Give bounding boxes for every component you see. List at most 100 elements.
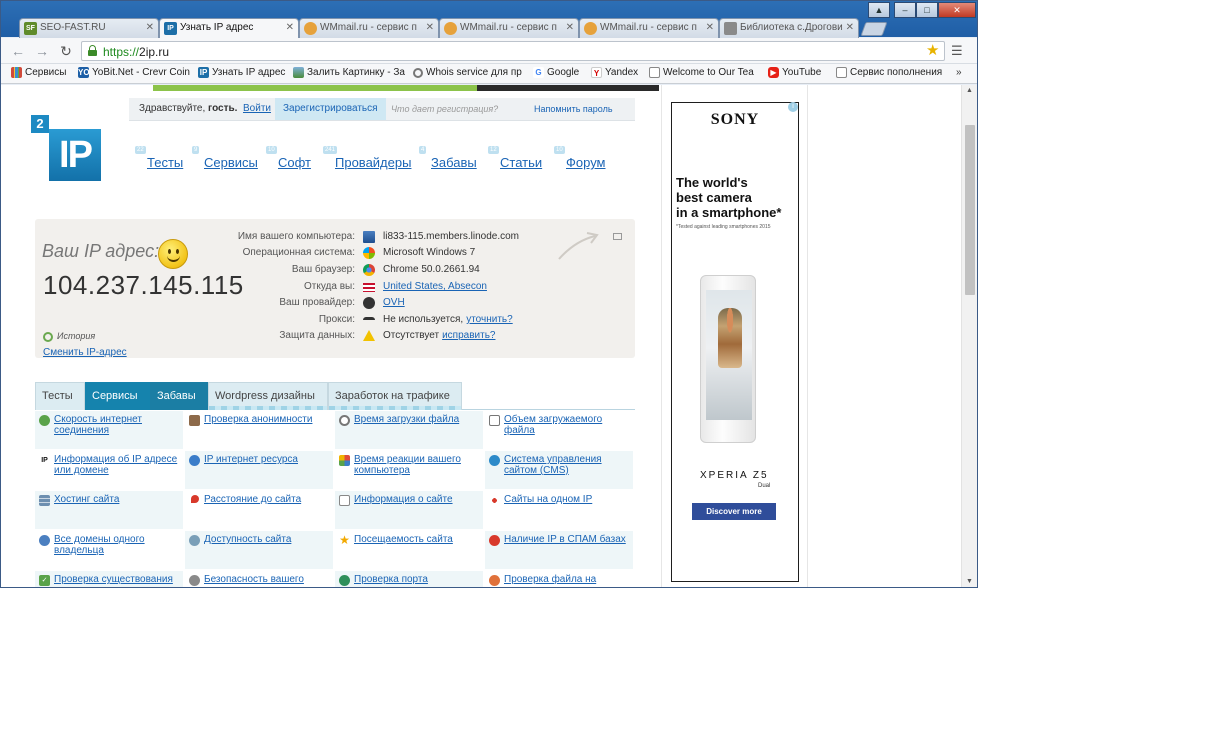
scrollbar-thumb[interactable] (965, 125, 975, 295)
service-link[interactable]: Проверка порта (354, 574, 478, 585)
close-window-button[interactable]: ✕ (938, 2, 976, 18)
scroll-down-icon[interactable]: ▼ (966, 578, 973, 585)
vertical-scrollbar[interactable]: ▲ ▼ (961, 85, 977, 587)
close-icon[interactable]: ✕ (426, 22, 434, 33)
service-item[interactable]: Хостинг сайта (35, 491, 183, 529)
tab-wordpress[interactable]: Wordpress дизайны (208, 382, 328, 410)
service-item[interactable]: ✓ Проверка существования (35, 571, 183, 587)
service-item[interactable]: Проверка анонимности (185, 411, 333, 449)
reload-icon[interactable]: ↻ (57, 42, 75, 60)
service-link[interactable]: Проверка файла на (504, 574, 628, 585)
browser-tab[interactable]: Библиотека с.Дрогови ✕ (719, 18, 859, 38)
service-item[interactable]: IP Информация об IP адресе или домене (35, 451, 183, 489)
service-link[interactable]: Информация об IP адресе или домене (54, 454, 178, 476)
address-bar[interactable]: https://2ip.ru (81, 41, 945, 61)
proxy-check-link[interactable]: уточнить? (466, 314, 512, 325)
service-link[interactable]: Время реакции вашего компьютера (354, 454, 478, 476)
service-link[interactable]: Объем загружаемого файла (504, 414, 628, 436)
service-link[interactable]: Наличие IP в СПАМ базах (504, 534, 628, 545)
nav-services[interactable]: 9 Сервисы (192, 146, 258, 170)
close-icon[interactable]: ✕ (566, 22, 574, 33)
bookmark-2ip[interactable]: IP Узнать IP адрес (198, 67, 285, 78)
bookmark-whois[interactable]: Whois service для пр (413, 67, 522, 78)
maximize-button[interactable]: □ (916, 2, 938, 18)
star-icon[interactable]: ★ (926, 41, 939, 59)
login-link[interactable]: Войти (243, 103, 271, 114)
service-link[interactable]: Время загрузки файла (354, 414, 478, 425)
bookmark-image-upload[interactable]: Залить Картинку - За (293, 67, 405, 78)
service-link[interactable]: IP интернет ресурса (204, 454, 328, 465)
service-item[interactable]: Доступность сайта (185, 531, 333, 569)
service-item[interactable]: Информация о сайте (335, 491, 483, 529)
nav-forum[interactable]: 10 Форум (554, 146, 606, 170)
bookmark-welcome[interactable]: Welcome to Our Tea (649, 67, 754, 78)
bookmark-yandex[interactable]: Y Yandex (591, 67, 638, 78)
service-item[interactable]: Все домены одного владельца (35, 531, 183, 569)
service-link[interactable]: Проверка анонимности (204, 414, 328, 425)
service-link[interactable]: Все домены одного владельца (54, 534, 178, 556)
service-item[interactable]: Сайты на одном IP (485, 491, 633, 529)
service-link[interactable]: Посещаемость сайта (354, 534, 478, 545)
tab-fun[interactable]: Забавы (150, 382, 208, 410)
service-item[interactable]: Проверка файла на (485, 571, 633, 587)
service-item[interactable]: Расстояние до сайта (185, 491, 333, 529)
why-register-link[interactable]: Что дает регистрация? (391, 104, 498, 114)
tab-tests[interactable]: Тесты (35, 382, 85, 410)
site-logo[interactable]: 2 IP (31, 115, 103, 181)
minimize-button[interactable]: – (894, 2, 916, 18)
service-link[interactable]: Система управления сайтом (CMS) (504, 454, 628, 476)
change-ip-link[interactable]: Сменить IP-адрес (43, 347, 127, 358)
browser-tab[interactable]: WMmail.ru - сервис п ✕ (439, 18, 579, 38)
remind-password-link[interactable]: Напомнить пароль (534, 104, 613, 114)
nav-providers[interactable]: 241 Провайдеры (323, 146, 411, 170)
fix-protection-link[interactable]: исправить? (442, 330, 495, 341)
service-link[interactable]: Информация о сайте (354, 494, 478, 505)
service-item[interactable]: ★ Посещаемость сайта (335, 531, 483, 569)
minimize-panel-icon[interactable] (613, 233, 622, 240)
service-link[interactable]: Расстояние до сайта (204, 494, 328, 505)
browser-tab[interactable]: WMmail.ru - сервис п ✕ (299, 18, 439, 38)
ad-info-icon[interactable]: i (788, 102, 798, 112)
service-link[interactable]: Доступность сайта (204, 534, 328, 545)
close-icon[interactable]: ✕ (286, 22, 294, 33)
service-item[interactable]: Объем загружаемого файла (485, 411, 633, 449)
service-item[interactable]: IP интернет ресурса (185, 451, 333, 489)
url-text[interactable]: https://2ip.ru (103, 45, 169, 59)
nav-articles[interactable]: 12 Статьи (488, 146, 542, 170)
discover-more-button[interactable]: Discover more (692, 503, 776, 520)
bookmark-google[interactable]: G Google (533, 67, 579, 78)
service-item[interactable]: Безопасность вашего (185, 571, 333, 587)
tab-earnings[interactable]: Заработок на трафике (328, 382, 462, 410)
nav-tests[interactable]: 22 Тесты (135, 146, 183, 170)
close-icon[interactable]: ✕ (706, 22, 714, 33)
close-icon[interactable]: ✕ (146, 22, 154, 33)
history-link[interactable]: История (43, 331, 95, 342)
tab-services[interactable]: Сервисы (85, 382, 150, 410)
sony-advertisement[interactable]: SONY The world's best camera in a smartp… (671, 102, 799, 582)
new-tab-button[interactable] (860, 22, 888, 36)
browser-tab[interactable]: SF SEO-FAST.RU ✕ (19, 18, 159, 38)
hamburger-menu-icon[interactable]: ☰ (951, 43, 963, 59)
nav-soft[interactable]: 10 Софт (266, 146, 311, 170)
forward-arrow-icon[interactable]: → (33, 42, 51, 60)
service-link[interactable]: Хостинг сайта (54, 494, 178, 505)
user-profile-button[interactable]: ▲ (868, 2, 890, 18)
service-item[interactable]: Время загрузки файла (335, 411, 483, 449)
service-item[interactable]: Система управления сайтом (CMS) (485, 451, 633, 489)
bookmark-youtube[interactable]: ▶ YouTube (768, 67, 821, 78)
service-link[interactable]: Сайты на одном IP (504, 494, 628, 505)
back-arrow-icon[interactable]: ← (9, 42, 27, 60)
bookmarks-overflow-button[interactable]: » (956, 67, 962, 78)
close-icon[interactable]: ✕ (846, 22, 854, 33)
browser-tab[interactable]: WMmail.ru - сервис п ✕ (579, 18, 719, 38)
service-item[interactable]: Проверка порта (335, 571, 483, 587)
provider-link[interactable]: OVH (383, 297, 405, 308)
browser-tab-active[interactable]: IP Узнать IP адрес ✕ (159, 18, 299, 39)
bookmark-yobit[interactable]: YO YoBit.Net - Crevr Coin (78, 67, 190, 78)
register-button[interactable]: Зарегистрироваться (275, 98, 386, 120)
service-link[interactable]: Проверка существования (54, 574, 178, 585)
location-link[interactable]: United States, Absecon (383, 281, 487, 292)
nav-fun[interactable]: 4 Забавы (419, 146, 477, 170)
service-item[interactable]: Наличие IP в СПАМ базах (485, 531, 633, 569)
scroll-up-icon[interactable]: ▲ (966, 87, 973, 94)
